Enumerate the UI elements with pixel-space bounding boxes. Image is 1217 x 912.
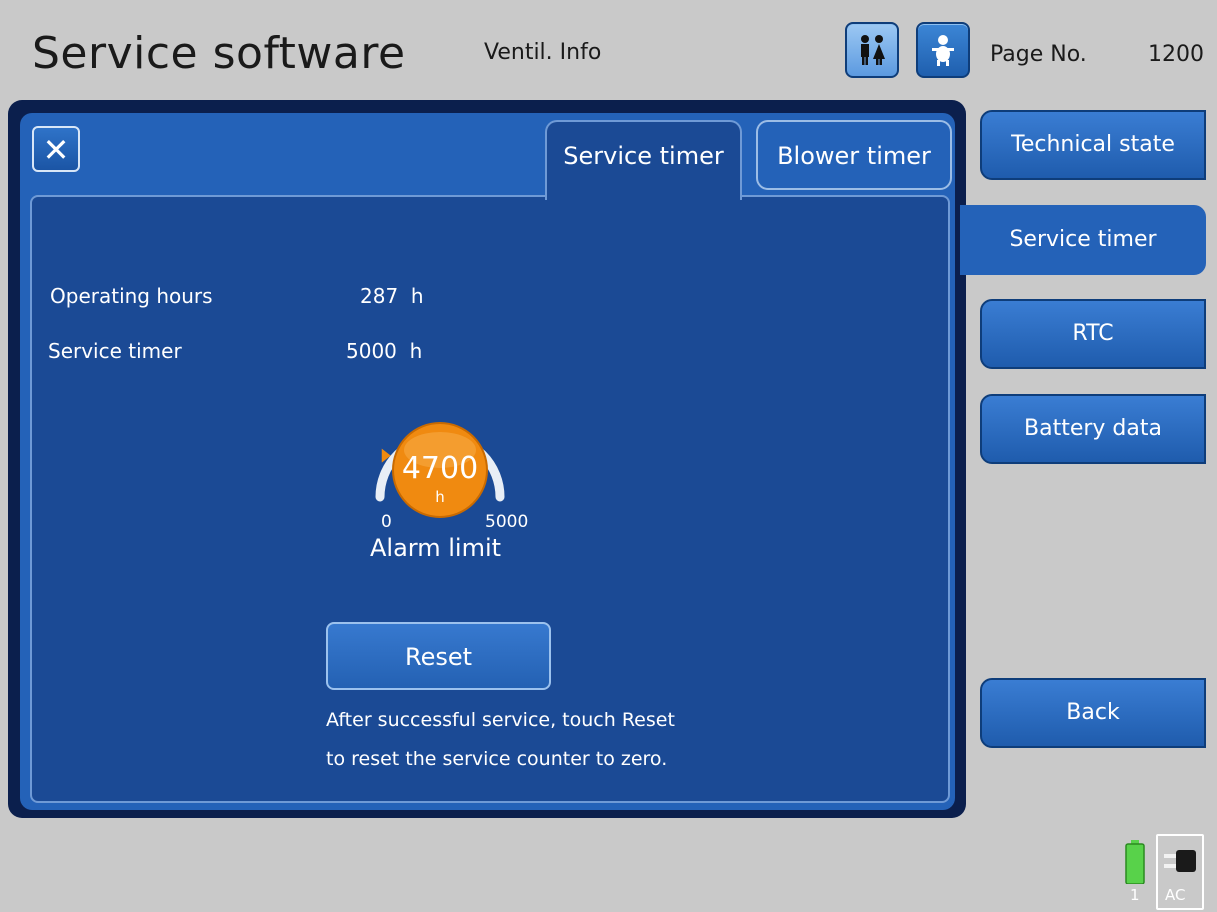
close-button[interactable]: ✕ [32,126,80,172]
gauge-min-label: 0 [381,512,392,532]
plug-icon [1164,850,1196,872]
page-number-value: 1200 [1148,42,1204,67]
hint-text-line-2: to reset the service counter to zero. [326,748,668,770]
nav-service-timer-button[interactable]: Service timer [960,205,1206,275]
gauge-title: Alarm limit [370,534,502,562]
close-icon: ✕ [42,131,70,169]
screen-name: Ventil. Info [484,40,602,65]
battery-number: 1 [1130,886,1140,904]
infant-mode-button[interactable] [916,22,970,78]
reset-button[interactable]: Reset [326,622,551,690]
ac-label: AC [1165,886,1186,904]
nav-battery-data-button[interactable]: Battery data [980,394,1206,464]
operating-hours-label: Operating hours [50,284,213,308]
gauge-max-label: 5000 [485,512,529,532]
gauge-value: 4700 [402,451,478,486]
infant-patient-icon [932,35,954,66]
operating-hours-value: 287 h [360,284,424,308]
app-title: Service software [32,28,406,79]
battery-icon [1125,840,1145,884]
hint-text-line-1: After successful service, touch Reset [326,709,675,731]
service-timer-value: 5000 h [346,339,423,363]
adult-patient-icon [861,35,885,65]
page-number-label: Page No. [990,42,1087,67]
gauge-unit: h [435,488,445,506]
tab-blower-timer[interactable]: Blower timer [756,120,952,190]
nav-rtc-button[interactable]: RTC [980,299,1206,369]
tab-service-timer[interactable]: Service timer [545,120,742,200]
back-button[interactable]: Back [980,678,1206,748]
service-timer-label: Service timer [48,339,182,363]
adult-mode-button[interactable] [845,22,899,78]
nav-technical-state-button[interactable]: Technical state [980,110,1206,180]
